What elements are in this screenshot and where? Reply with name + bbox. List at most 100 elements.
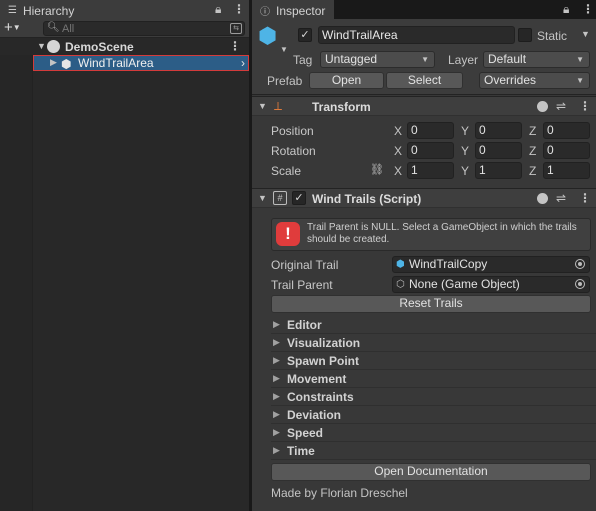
active-checkbox[interactable]: ✓	[298, 28, 312, 42]
scene-name: DemoScene	[65, 40, 134, 54]
axis-x-label: X	[394, 124, 403, 138]
transform-icon: ⟂	[274, 99, 283, 113]
inspector-tab[interactable]: ⓘ Inspector	[252, 0, 334, 19]
expand-arrow-icon: ▶	[273, 391, 280, 401]
rotation-y-field[interactable]: 0	[475, 142, 522, 159]
list-icon: ☰	[8, 5, 17, 16]
position-y-field[interactable]: 0	[475, 122, 522, 139]
prefab-label: Prefab	[267, 74, 303, 88]
search-filter-icon[interactable]: ⇆	[230, 23, 242, 34]
reset-trails-button[interactable]: Reset Trails	[271, 295, 591, 313]
original-trail-field[interactable]: ⬢ WindTrailCopy	[392, 256, 590, 273]
info-icon: ⓘ	[260, 7, 270, 18]
rotation-label: Rotation	[271, 144, 316, 158]
prefab-overrides-dropdown[interactable]: Overrides ▼	[479, 72, 590, 89]
hierarchy-tab-label: Hierarchy	[22, 3, 75, 18]
foldout-visualization[interactable]: ▶ Visualization	[271, 334, 596, 352]
hierarchy-search: 🔍︎ ⇆	[43, 21, 245, 36]
preset-icon[interactable]: ⇌	[556, 99, 566, 113]
foldout-editor[interactable]: ▶ Editor	[271, 316, 596, 334]
trail-parent-label: Trail Parent	[271, 278, 333, 292]
chevron-down-icon: ▼	[576, 76, 584, 85]
object-name-field[interactable]: WindTrailArea	[318, 26, 515, 44]
rotation-z-field[interactable]: 0	[543, 142, 590, 159]
object-picker-icon[interactable]	[575, 259, 585, 269]
help-icon[interactable]: ?	[537, 192, 548, 204]
foldout-label: Visualization	[287, 336, 361, 350]
position-z-field[interactable]: 0	[543, 122, 590, 139]
foldout-constraints[interactable]: ▶ Constraints	[271, 388, 596, 406]
preset-icon[interactable]: ⇌	[556, 191, 566, 205]
chevron-right-icon[interactable]: ›	[241, 56, 245, 70]
foldout-deviation[interactable]: ▶ Deviation	[271, 406, 596, 424]
component-menu-icon[interactable]: ⋮	[579, 99, 591, 113]
original-trail-value: WindTrailCopy	[409, 257, 488, 271]
tag-label: Tag	[293, 53, 313, 67]
layer-label: Layer	[448, 53, 479, 67]
error-helpbox: ! Trail Parent is NULL. Select a GameObj…	[271, 218, 591, 251]
layer-dropdown[interactable]: Default ▼	[483, 51, 590, 68]
rotation-x-field[interactable]: 0	[407, 142, 454, 159]
credit-text: Made by Florian Dreschel	[271, 486, 408, 500]
search-icon: 🔍︎	[47, 22, 60, 33]
foldout-speed[interactable]: ▶ Speed	[271, 424, 596, 442]
collapse-arrow-icon[interactable]: ▼	[37, 41, 46, 51]
expand-arrow-icon: ▶	[273, 373, 280, 383]
inspector-header: ⬢ ▼ ✓ WindTrailArea Static ▼ Tag Untagge…	[252, 19, 596, 95]
dropdown-arrow-icon: ▼	[280, 45, 288, 54]
static-label: Static	[537, 29, 568, 43]
trail-parent-field[interactable]: ⬡ None (Game Object)	[392, 276, 590, 293]
foldout-time[interactable]: ▶ Time	[271, 442, 596, 460]
position-x-field[interactable]: 0	[407, 122, 454, 139]
transform-header[interactable]: ▼ ⟂ Transform ? ⇌ ⋮	[252, 96, 596, 116]
scale-x-field[interactable]: 1	[407, 162, 454, 179]
component-menu-icon[interactable]: ⋮	[579, 191, 591, 205]
hierarchy-tab[interactable]: ☰ Hierarchy	[0, 0, 249, 19]
tag-value: Untagged	[325, 52, 378, 66]
hierarchy-toolbar: +▼ 🔍︎ ⇆	[0, 19, 249, 38]
tag-dropdown[interactable]: Untagged ▼	[320, 51, 435, 68]
expand-arrow-icon: ▶	[273, 445, 280, 455]
open-documentation-button[interactable]: Open Documentation	[271, 463, 591, 481]
constrain-proportions-icon[interactable]: ⛓	[370, 163, 384, 176]
prefab-select-button[interactable]: Select	[386, 72, 463, 89]
windtrails-header[interactable]: ▼ # ✓ Wind Trails (Script) ? ⇌ ⋮	[252, 188, 596, 208]
script-title: Wind Trails (Script)	[312, 192, 422, 206]
transform-title: Transform	[312, 100, 371, 114]
scene-menu-icon[interactable]: ⋮	[229, 39, 241, 53]
static-checkbox[interactable]	[518, 28, 532, 42]
gameobject-icon[interactable]: ⬢ ▼	[258, 25, 288, 55]
foldout-label: Deviation	[287, 408, 342, 422]
kebab-menu-icon[interactable]: ⋮	[582, 2, 594, 16]
kebab-menu-icon[interactable]: ⋮	[233, 2, 245, 16]
expand-arrow-icon: ▶	[273, 319, 280, 329]
foldout-movement[interactable]: ▶ Movement	[271, 370, 596, 388]
lock-icon[interactable]: 🔒︎	[215, 2, 221, 17]
static-dropdown-icon[interactable]: ▼	[581, 29, 590, 39]
help-icon[interactable]: ?	[537, 100, 548, 112]
hierarchy-item-windtrailarea[interactable]: ▶ ⬢ WindTrailArea ›	[33, 55, 249, 71]
script-enabled-checkbox[interactable]: ✓	[292, 191, 306, 205]
hierarchy-panel: ☰ Hierarchy 🔒︎ ⋮ +▼ 🔍︎ ⇆ ▼ DemoScene ⋮ ▶…	[0, 0, 249, 511]
add-button[interactable]: +▼	[4, 20, 21, 36]
foldout-label: Movement	[287, 372, 347, 386]
object-picker-icon[interactable]	[575, 279, 585, 289]
scale-label: Scale	[271, 164, 302, 178]
search-input[interactable]	[62, 22, 222, 35]
inspector-panel: ⓘ Inspector 🔒︎ ⋮ ⬢ ▼ ✓ WindTrailArea Sta…	[252, 0, 596, 511]
cube-icon: ⬢	[396, 259, 405, 270]
foldout-label: Spawn Point	[287, 354, 359, 368]
axis-y-label: Y	[461, 124, 470, 138]
scale-z-field[interactable]: 1	[543, 162, 590, 179]
collapse-arrow-icon[interactable]: ▼	[258, 193, 267, 203]
scene-row[interactable]: ▼ DemoScene ⋮	[0, 39, 249, 55]
prefab-open-button[interactable]: Open	[309, 72, 384, 89]
lock-icon[interactable]: 🔒︎	[563, 2, 569, 17]
expand-arrow-icon[interactable]: ▶	[50, 57, 57, 68]
scale-y-field[interactable]: 1	[475, 162, 522, 179]
foldout-spawn-point[interactable]: ▶ Spawn Point	[271, 352, 596, 370]
collapse-arrow-icon[interactable]: ▼	[258, 101, 267, 111]
axis-y-label: Y	[461, 164, 470, 178]
gameobject-cube-icon: ⬢	[61, 57, 72, 71]
script-icon: #	[273, 191, 287, 205]
